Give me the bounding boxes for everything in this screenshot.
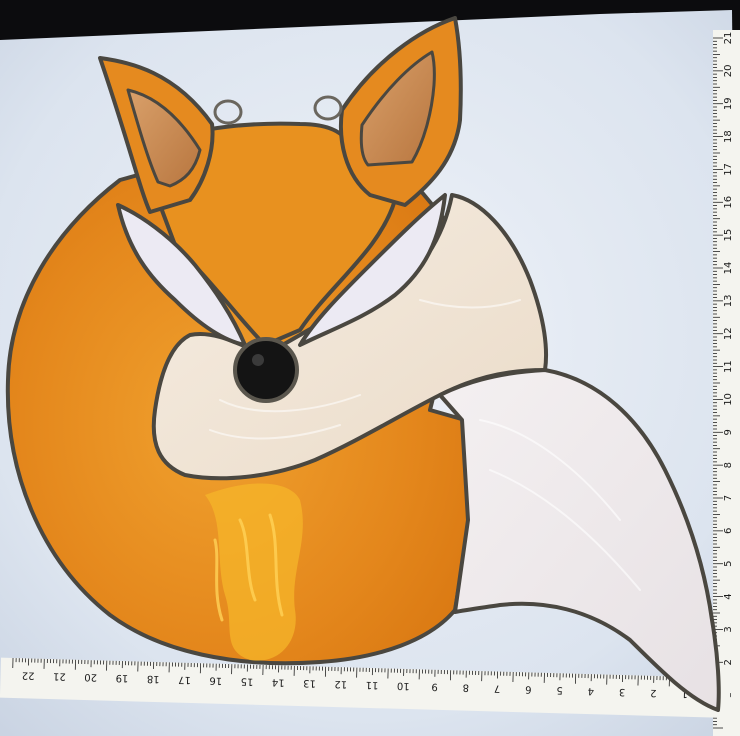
ruler-right-label: 12 — [723, 327, 734, 340]
ruler-bottom-label: 21 — [53, 670, 66, 681]
ruler-right-label: 16 — [723, 196, 734, 209]
ruler-bottom-label: 12 — [334, 678, 347, 689]
ruler-right-label: 7 — [723, 495, 734, 501]
glass-highlight — [252, 354, 264, 366]
ruler-bottom-label: 3 — [619, 686, 626, 697]
ruler-bottom-label: 19 — [115, 672, 128, 683]
ruler-bottom-label: 10 — [397, 680, 410, 691]
photo-canvas: 123456789101112131415161718192021 123456… — [0, 10, 740, 736]
ruler-right-label: 18 — [723, 130, 734, 143]
ruler-right-label: 21 — [723, 32, 734, 45]
ruler-bottom-label: 6 — [525, 683, 532, 694]
ruler-bottom-label: 5 — [556, 684, 563, 695]
ruler-right-label: 3 — [723, 626, 734, 632]
ruler-right-label: 20 — [723, 64, 734, 77]
ruler-right-label: 11 — [723, 360, 734, 373]
ruler-right-labels: 123456789101112131415161718192021 — [723, 32, 734, 699]
ruler-right-label: 13 — [723, 294, 734, 307]
ruler-bottom-label: 17 — [178, 674, 191, 685]
ruler-right-label: 17 — [723, 163, 734, 176]
ruler-bottom-label: 16 — [209, 675, 222, 686]
fox-nose — [233, 337, 299, 403]
ruler-bottom-label: 2 — [650, 687, 657, 698]
ruler-bottom-label: 11 — [366, 679, 379, 690]
ruler-right: 123456789101112131415161718192021 — [713, 30, 740, 736]
ruler-bottom-label: 15 — [241, 675, 254, 686]
photo-scene: 123456789101112131415161718192021 123456… — [0, 0, 740, 736]
ruler-bottom-label: 8 — [463, 682, 470, 693]
ruler-right-label: 8 — [723, 462, 734, 468]
ruler-bottom-label: 20 — [84, 671, 97, 682]
ruler-bottom-label: 4 — [588, 685, 595, 696]
ruler-right-label: 6 — [723, 528, 734, 534]
ruler-right-label: 14 — [723, 262, 734, 275]
ruler-bottom-label: 22 — [22, 669, 35, 680]
ruler-bottom-label: 13 — [303, 677, 316, 688]
ruler-right-label: 10 — [723, 393, 734, 406]
ruler-right-label: 15 — [723, 229, 734, 242]
ruler-bottom-label: 9 — [431, 681, 438, 692]
ruler-bottom-label: 14 — [272, 676, 285, 687]
ruler-right-label: 9 — [723, 429, 734, 435]
ruler-bottom-label: 7 — [494, 682, 501, 693]
ruler-right-label: 2 — [723, 659, 734, 665]
ruler-right-label: 4 — [723, 593, 734, 599]
ruler-right-label: 5 — [723, 561, 734, 567]
ruler-bottom-label: 18 — [147, 673, 160, 684]
ruler-right-label: 19 — [723, 97, 734, 110]
